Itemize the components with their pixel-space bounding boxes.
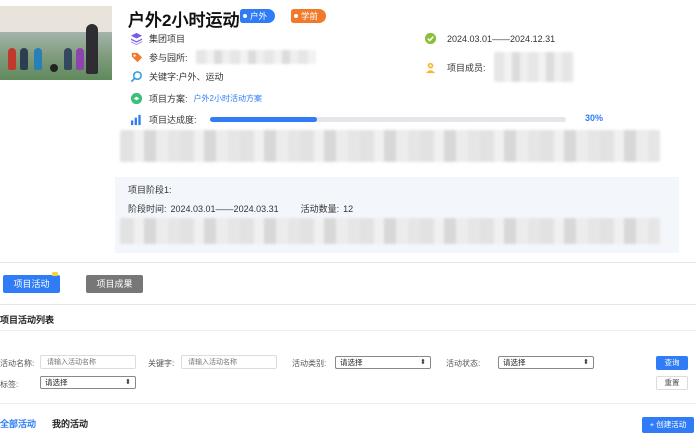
section-title: 项目活动列表 [0, 315, 55, 325]
plan-link[interactable]: 户外2小时活动方案 [194, 93, 262, 104]
stage-time-row: 阶段时间: 2024.03.01——2024.03.31 活动数量: 12 [128, 202, 353, 215]
status-label: 活动状态: [446, 359, 481, 368]
progress-row: 项目达成度: [130, 113, 197, 126]
stage-description-redacted [120, 218, 660, 244]
tag-preschool: 学前 [291, 9, 327, 23]
progress-bar-fill [210, 117, 317, 122]
tag-select[interactable]: 请选择 ⬍ [40, 376, 136, 389]
schools-label: 参与园所: [149, 52, 188, 63]
keywords-label: 关键字: [149, 72, 179, 82]
activity-name-label: 活动名称: [0, 359, 35, 368]
tab-project-activities[interactable]: 项目活动 [3, 275, 60, 293]
schools-redacted [195, 50, 316, 64]
keywords-row: 关键字: 户外、运动 [130, 70, 224, 83]
stage-time-label: 阶段时间: [128, 204, 167, 214]
tag-label: 标签: [0, 380, 19, 389]
stage-title: 项目阶段1: [128, 185, 172, 195]
plan-cube-icon [130, 92, 143, 105]
project-cover-image [0, 6, 112, 80]
keyword-input[interactable] [181, 355, 277, 369]
tag-select-value: 请选择 [45, 378, 68, 387]
members-icon [425, 62, 436, 73]
reset-button[interactable]: 重置 [656, 376, 688, 390]
progress-bar [210, 117, 566, 122]
chevron-updown-icon: ⬍ [583, 359, 589, 366]
chevron-updown-icon: ⬍ [420, 359, 426, 366]
check-circle-icon [424, 32, 437, 45]
keywords-value: 户外、运动 [178, 72, 224, 82]
date-row: 2024.03.01——2024.12.31 [424, 32, 555, 45]
tab-project-results[interactable]: 项目成果 [86, 275, 143, 293]
members-row: 项目成员: [424, 52, 574, 82]
stage-time-value: 2024.03.01——2024.03.31 [170, 203, 279, 214]
project-type: 集团项目 [149, 34, 186, 44]
search-key-icon [130, 71, 142, 83]
stage-title-row: 项目阶段1: [128, 183, 172, 196]
progress-label: 项目达成度: [149, 115, 197, 125]
divider [0, 330, 696, 331]
category-select[interactable]: 请选择 ⬍ [335, 356, 431, 369]
members-label: 项目成员: [447, 62, 486, 73]
plan-row: 项目方案: 户外2小时活动方案 [130, 92, 262, 105]
tab-my-activities[interactable]: 我的活动 [52, 417, 88, 430]
category-label: 活动类别: [292, 359, 327, 368]
divider [0, 304, 696, 305]
category-select-value: 请选择 [340, 358, 363, 367]
project-description-redacted [120, 130, 660, 162]
tag-outdoor: 户外 [240, 9, 276, 23]
project-type-row: 集团项目 [130, 32, 185, 45]
status-select[interactable]: 请选择 ⬍ [498, 356, 594, 369]
date-range: 2024.03.01——2024.12.31 [447, 33, 556, 44]
progress-percent: 30% [585, 113, 604, 123]
badge-indicator [52, 272, 58, 276]
schools-row: 参与园所: [130, 50, 316, 64]
stage-count-label: 活动数量: [300, 204, 340, 214]
divider [0, 403, 696, 404]
keyword-label: 关键字: [148, 359, 175, 368]
bar-chart-icon [130, 114, 141, 126]
stage-count-value: 12 [343, 203, 354, 214]
search-button[interactable]: 查询 [656, 356, 688, 370]
status-select-value: 请选择 [503, 358, 526, 367]
chevron-updown-icon: ⬍ [125, 379, 131, 386]
tag-icon [131, 52, 143, 62]
activity-name-input[interactable] [40, 355, 136, 369]
tab-all-activities[interactable]: 全部活动 [0, 417, 36, 430]
project-title: 户外2小时运动 [128, 11, 240, 30]
divider [0, 262, 696, 263]
layers-icon [130, 32, 143, 45]
plan-label: 项目方案: [149, 94, 188, 104]
members-redacted [493, 52, 574, 82]
create-activity-button[interactable]: + 创建活动 [642, 417, 694, 433]
